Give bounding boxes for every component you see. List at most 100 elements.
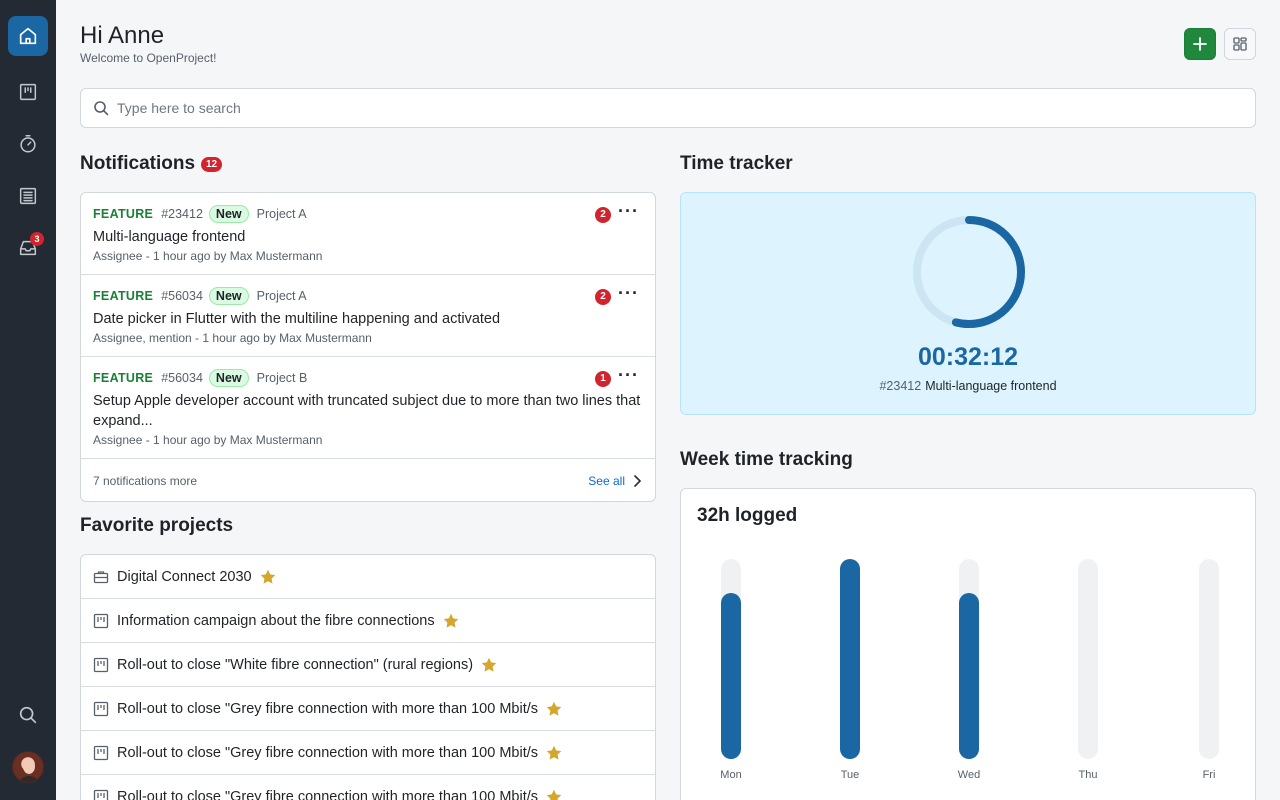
- board-icon: [93, 789, 109, 800]
- notification-subject: Setup Apple developer account with trunc…: [93, 393, 641, 429]
- favorite-project-row[interactable]: Digital Connect 2030: [81, 555, 655, 599]
- favorite-project-name: Information campaign about the fibre con…: [117, 612, 435, 629]
- board-icon: [93, 657, 109, 673]
- more-notifications-text: 7 notifications more: [93, 474, 198, 488]
- widgets-button[interactable]: [1224, 28, 1256, 60]
- add-button[interactable]: [1184, 28, 1216, 60]
- timer-display: 00:32:12: [917, 343, 1019, 371]
- notification-item[interactable]: FEATURE #56034 New Project A Date picker…: [81, 275, 655, 357]
- favorite-project-name: Roll-out to close "Grey fibre connection…: [117, 700, 539, 717]
- week-tracking-title: Week time tracking: [680, 449, 853, 470]
- time-tracker-card: 00:32:12 #23412 Multi-language frontend: [680, 192, 1256, 415]
- bar-track-fri: [1199, 559, 1219, 759]
- day-label-wed: Wed: [957, 769, 981, 781]
- see-all-label: See all: [588, 474, 625, 488]
- nav-boards[interactable]: [8, 72, 48, 112]
- bar-wed[interactable]: [959, 593, 979, 759]
- board-icon: [19, 83, 37, 101]
- notification-project: Project A: [256, 207, 307, 221]
- star-icon[interactable]: [260, 569, 276, 585]
- see-all-link[interactable]: See all: [588, 474, 641, 488]
- notification-count: 1: [595, 371, 611, 387]
- time-tracker-title: Time tracker: [680, 153, 793, 174]
- notification-info: Assignee, mention - 1 hour ago by Max Mu…: [93, 331, 372, 345]
- notification-info: Assignee - 1 hour ago by Max Mustermann: [93, 433, 323, 447]
- favorites-title: Favorite projects: [80, 515, 234, 536]
- nav-inbox[interactable]: 3: [8, 228, 48, 268]
- more-options-icon[interactable]: ···: [618, 202, 639, 220]
- notification-project: Project B: [256, 371, 308, 385]
- star-icon[interactable]: [546, 789, 562, 800]
- timer-progress-ring: [913, 216, 1025, 328]
- board-icon: [93, 613, 109, 629]
- nav-time[interactable]: [8, 124, 48, 164]
- home-icon: [19, 27, 37, 45]
- status-badge: New: [208, 205, 249, 223]
- tracked-task-id: #23412: [879, 379, 922, 393]
- notifications-footer: 7 notifications more See all: [81, 459, 655, 501]
- nav-list[interactable]: [8, 176, 48, 216]
- more-options-icon[interactable]: ···: [618, 366, 639, 384]
- bar-mon[interactable]: [721, 593, 741, 759]
- favorites-card: Digital Connect 2030 Information campaign…: [80, 554, 656, 800]
- bar-track-thu: [1078, 559, 1098, 759]
- nav-search[interactable]: [8, 695, 48, 735]
- favorite-project-name: Roll-out to close "Grey fibre connection…: [117, 744, 539, 761]
- notification-count: 2: [595, 207, 611, 223]
- board-icon: [93, 745, 109, 761]
- nav-home[interactable]: [8, 16, 48, 56]
- notification-subject: Multi-language frontend: [93, 229, 246, 245]
- search-bar[interactable]: [80, 88, 1256, 128]
- notification-type: FEATURE: [93, 371, 154, 385]
- plus-icon: [1193, 37, 1207, 51]
- favorite-project-row[interactable]: Roll-out to close "Grey fibre connection…: [81, 687, 655, 731]
- status-badge: New: [208, 287, 249, 305]
- stopwatch-icon: [20, 135, 36, 153]
- notification-item[interactable]: FEATURE #23412 New Project A Multi-langu…: [81, 193, 655, 275]
- sidebar: 3: [0, 0, 56, 800]
- avatar[interactable]: [12, 751, 44, 783]
- search-input[interactable]: [117, 100, 1217, 116]
- star-icon[interactable]: [546, 701, 562, 717]
- page-subtitle: Welcome to OpenProject!: [80, 51, 217, 65]
- page-title: Hi Anne: [80, 22, 165, 49]
- avatar-face: [23, 759, 35, 774]
- favorite-project-name: Roll-out to close "Grey fibre connection…: [117, 788, 539, 800]
- star-icon[interactable]: [546, 745, 562, 761]
- notification-info: Assignee - 1 hour ago by Max Mustermann: [93, 249, 323, 263]
- tracked-task[interactable]: #23412 Multi-language frontend: [681, 379, 1255, 393]
- star-icon[interactable]: [443, 613, 459, 629]
- day-label-thu: Thu: [1078, 769, 1098, 781]
- notification-count: 2: [595, 289, 611, 305]
- week-tracking-card: 32h logged Mon Tue Wed Thu Fri: [680, 488, 1256, 800]
- notification-project: Project A: [256, 289, 307, 303]
- notifications-title: Notifications: [80, 153, 196, 174]
- chevron-right-icon: [634, 475, 641, 487]
- status-badge: New: [208, 369, 249, 387]
- notification-subject: Date picker in Flutter with the multilin…: [93, 311, 501, 327]
- grid-icon: [1233, 37, 1247, 51]
- search-icon: [19, 706, 37, 724]
- list-icon: [19, 187, 37, 205]
- notifications-count-badge: 12: [201, 157, 223, 172]
- day-label-mon: Mon: [720, 769, 742, 781]
- favorite-project-row[interactable]: Information campaign about the fibre con…: [81, 599, 655, 643]
- notification-id: #56034: [161, 289, 203, 303]
- favorite-project-row[interactable]: Roll-out to close "Grey fibre connection…: [81, 775, 655, 800]
- board-icon: [93, 701, 109, 717]
- tracked-task-name: Multi-language frontend: [925, 379, 1057, 393]
- star-icon[interactable]: [481, 657, 497, 673]
- notification-type: FEATURE: [93, 289, 154, 303]
- day-label-fri: Fri: [1202, 769, 1216, 781]
- favorite-project-name: Digital Connect 2030: [117, 568, 252, 585]
- notification-item[interactable]: FEATURE #56034 New Project B Setup Apple…: [81, 357, 655, 459]
- week-total-logged: 32h logged: [697, 505, 798, 526]
- notification-id: #23412: [161, 207, 203, 221]
- more-options-icon[interactable]: ···: [618, 284, 639, 302]
- favorite-project-row[interactable]: Roll-out to close "White fibre connectio…: [81, 643, 655, 687]
- notifications-card: FEATURE #23412 New Project A Multi-langu…: [80, 192, 656, 502]
- briefcase-icon: [93, 569, 109, 585]
- favorite-project-row[interactable]: Roll-out to close "Grey fibre connection…: [81, 731, 655, 775]
- avatar-shirt: [17, 776, 41, 782]
- bar-tue[interactable]: [840, 559, 860, 759]
